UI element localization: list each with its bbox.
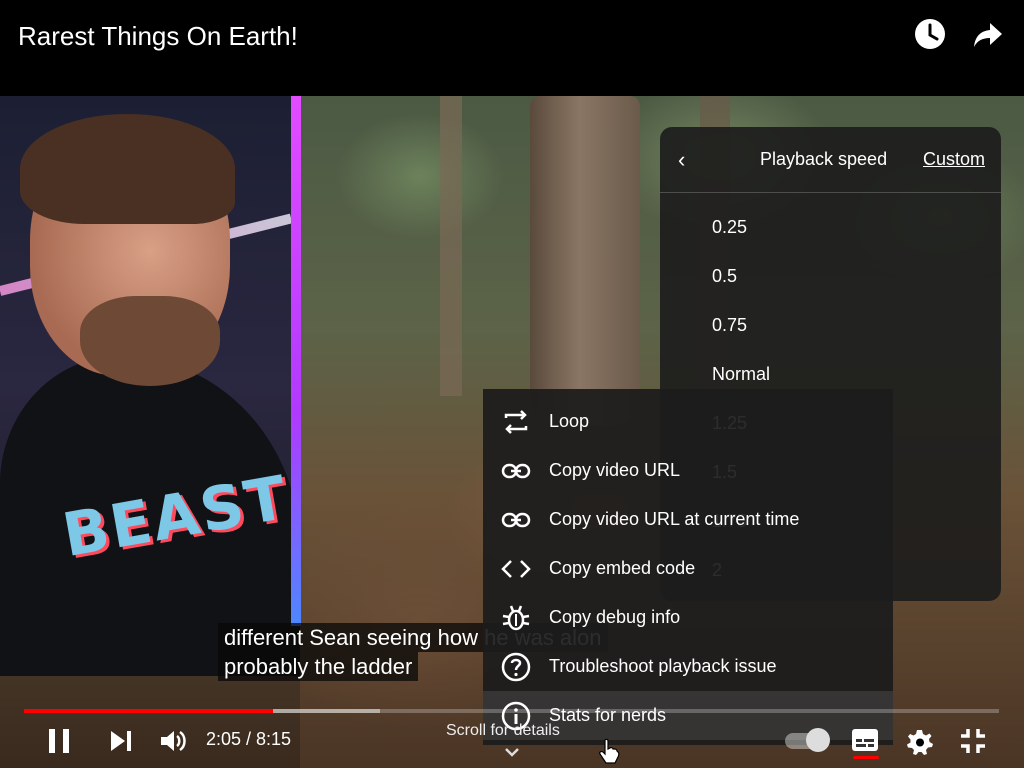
chevron-down-icon[interactable] <box>502 742 522 762</box>
hand-cursor-icon <box>599 738 620 764</box>
progress-bar[interactable] <box>24 709 999 713</box>
link-icon <box>500 504 532 536</box>
tree-trunk <box>440 96 462 396</box>
menu-item[interactable]: Copy video URL at current time <box>483 495 893 544</box>
speed-option[interactable]: 0.25 <box>660 203 1001 252</box>
volume-icon[interactable] <box>158 726 188 756</box>
next-icon[interactable] <box>106 726 136 756</box>
loop-icon <box>500 406 532 438</box>
neon-bar <box>291 96 301 626</box>
bug-icon <box>500 602 532 634</box>
progress-played <box>24 709 273 713</box>
time-display: 2:05 / 8:15 <box>206 729 292 749</box>
clock-icon[interactable] <box>912 16 948 52</box>
speed-panel-header: ‹ Playback speed Custom <box>660 127 1001 193</box>
custom-speed-link[interactable]: Custom <box>923 149 985 170</box>
video-title[interactable]: Rarest Things On Earth! <box>18 20 298 52</box>
person-beard <box>80 296 220 386</box>
scroll-for-details[interactable]: Scroll for details <box>446 722 560 740</box>
menu-item-label: Copy video URL <box>549 460 681 480</box>
question-icon <box>500 651 532 683</box>
player-context-menu: Loop Copy video URL Copy video URL at curr… <box>483 389 893 745</box>
speed-option[interactable]: 0.75 <box>660 301 1001 350</box>
pause-icon[interactable] <box>44 726 74 756</box>
speed-option[interactable]: 0.5 <box>660 252 1001 301</box>
menu-item[interactable]: Troubleshoot playback issue <box>483 642 893 691</box>
chevron-left-icon[interactable]: ‹ <box>678 147 685 173</box>
tree-trunk <box>530 96 640 426</box>
link-icon <box>500 455 532 487</box>
settings-gear-icon[interactable] <box>904 726 934 756</box>
top-actions <box>912 16 1006 52</box>
autoplay-toggle-knob[interactable] <box>806 728 830 752</box>
menu-item[interactable]: Copy debug info <box>483 593 893 642</box>
menu-item-label: Copy embed code <box>549 558 696 578</box>
menu-item-label: Loop <box>549 411 590 431</box>
top-bar: Rarest Things On Earth! <box>0 0 1024 96</box>
menu-item[interactable]: Loop <box>483 397 893 446</box>
caption-line: probably the ladder <box>218 652 419 681</box>
code-icon <box>500 553 532 585</box>
menu-item[interactable]: Copy embed code <box>483 544 893 593</box>
person-hair <box>20 114 235 224</box>
menu-item-label: Copy video URL at current time <box>549 509 800 529</box>
share-arrow-icon[interactable] <box>970 16 1006 52</box>
menu-item[interactable]: Copy video URL <box>483 446 893 495</box>
exit-fullscreen-icon[interactable] <box>958 726 988 756</box>
menu-item-label: Copy debug info <box>549 607 681 627</box>
cc-icon[interactable] <box>851 727 879 753</box>
cc-active-indicator <box>853 756 879 759</box>
speed-panel-title: Playback speed <box>760 149 888 169</box>
menu-item-label: Troubleshoot playback issue <box>549 656 777 676</box>
streamer-camera: BEAST <box>0 96 300 676</box>
